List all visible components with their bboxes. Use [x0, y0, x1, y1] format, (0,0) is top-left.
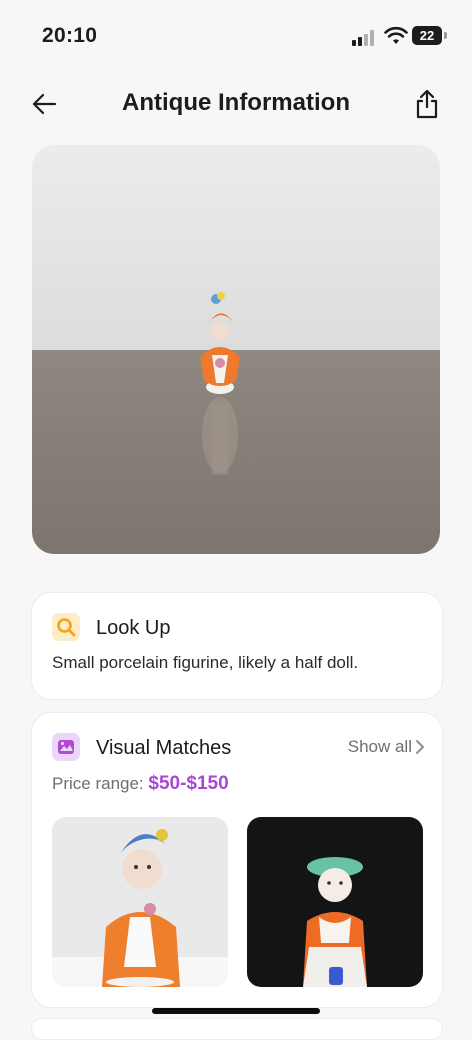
antique-photo[interactable] [32, 145, 440, 554]
lookup-card: Look Up Small porcelain figurine, likely… [31, 592, 443, 700]
battery-icon: 22 [412, 26, 448, 46]
battery-level: 22 [412, 26, 442, 45]
matches-title: Visual Matches [96, 737, 232, 759]
match-thumbnail[interactable] [52, 817, 228, 987]
search-icon [52, 613, 80, 641]
gallery-icon [52, 733, 80, 761]
share-icon[interactable] [412, 88, 442, 120]
price-range: Price range: $50-$150 [52, 773, 229, 795]
next-card [31, 1018, 443, 1040]
visual-matches-card: Visual Matches Show all Price range: $50… [31, 712, 443, 1008]
price-range-value: $50-$150 [148, 773, 229, 794]
status-time: 20:10 [42, 24, 98, 47]
figurine-photo-illustration [32, 145, 440, 554]
home-indicator[interactable] [152, 1008, 320, 1014]
nav-bar: Antique Information [0, 80, 472, 128]
show-all-button[interactable]: Show all [348, 737, 412, 757]
wifi-icon [384, 26, 408, 44]
price-range-label: Price range: [52, 774, 149, 793]
match-thumbnail[interactable] [247, 817, 423, 987]
page-title: Antique Information [122, 89, 350, 116]
lookup-description: Small porcelain figurine, likely a half … [52, 653, 359, 672]
lookup-title: Look Up [96, 617, 171, 639]
chevron-right-icon[interactable] [414, 739, 426, 755]
signal-icon [352, 30, 374, 46]
status-bar: 20:10 22 [0, 0, 472, 70]
